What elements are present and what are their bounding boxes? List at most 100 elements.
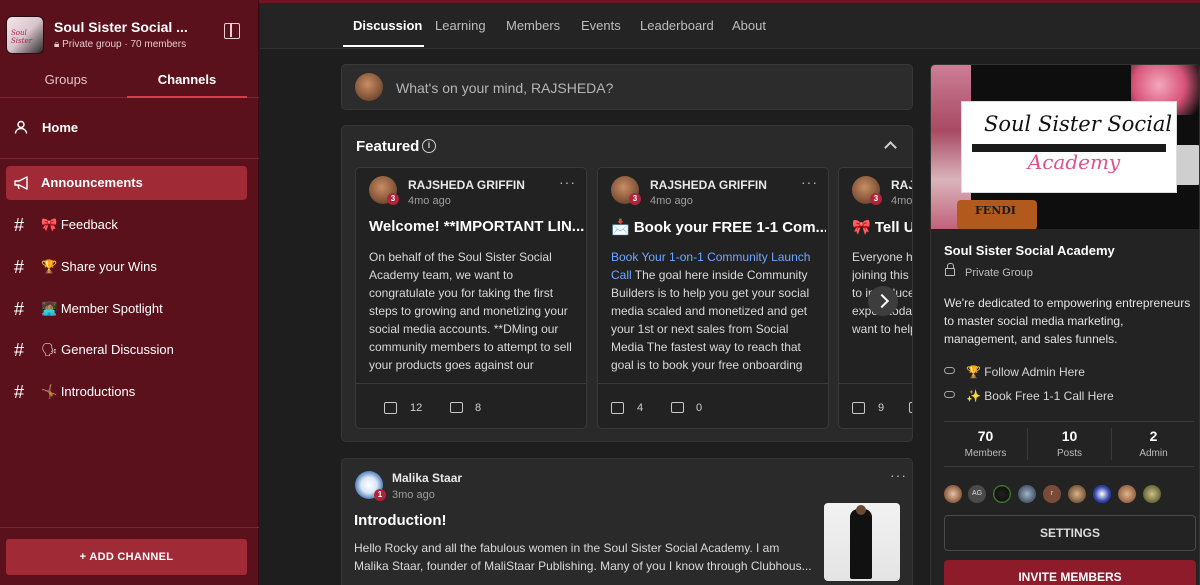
cover-title-card: Soul Sister Social Academy bbox=[961, 101, 1177, 193]
tab-discussion[interactable]: Discussion bbox=[353, 18, 422, 33]
sidebar-item-share-wins[interactable]: # 🏆 Share your Wins bbox=[6, 250, 247, 284]
post-composer[interactable]: What's on your mind, RAJSHEDA? bbox=[341, 64, 913, 110]
level-badge: 1 bbox=[374, 489, 386, 501]
post-image[interactable] bbox=[824, 503, 900, 581]
about-panel: FENDI Soul Sister Social Academy Soul Si… bbox=[930, 64, 1200, 585]
hash-icon: # bbox=[14, 299, 25, 319]
stat-admin[interactable]: 2 Admin bbox=[1112, 428, 1195, 459]
card-author[interactable]: RAJSHEDA GRIFFIN bbox=[408, 178, 525, 192]
sidebar-divider bbox=[0, 158, 259, 159]
level-badge: 3 bbox=[870, 193, 882, 205]
avatar[interactable] bbox=[944, 485, 962, 503]
comment-icon[interactable] bbox=[909, 402, 912, 413]
group-description: We're dedicated to empowering entreprene… bbox=[944, 296, 1191, 346]
like-count: 9 bbox=[878, 402, 885, 414]
card-title: Welcome! **IMPORTANT LIN... bbox=[369, 218, 584, 235]
avatar bbox=[355, 73, 383, 101]
card-divider bbox=[839, 383, 912, 384]
thumbs-up-icon[interactable] bbox=[611, 402, 624, 414]
featured-card[interactable]: 3 RAJSHEDA GRIFFIN 4mo ago ··· Welcome! … bbox=[355, 167, 587, 429]
like-count: 4 bbox=[637, 402, 644, 414]
sidebar-divider bbox=[0, 527, 259, 528]
avatar[interactable]: r bbox=[1043, 485, 1061, 503]
group-logo: Soul Sister bbox=[6, 16, 44, 54]
comment-count: 0 bbox=[696, 402, 703, 414]
tab-members[interactable]: Members bbox=[506, 18, 560, 33]
invite-members-button[interactable]: INVITE MEMBERS bbox=[944, 560, 1196, 585]
user-icon bbox=[14, 120, 28, 134]
group-privacy: Private group bbox=[62, 39, 122, 50]
featured-card[interactable]: 3 RAJSHEDA GRIFFIN 4mo ago ··· 📩 Book yo… bbox=[597, 167, 829, 429]
composer-placeholder: What's on your mind, RAJSHEDA? bbox=[396, 80, 614, 96]
card-title: 🎀 Tell Us About Yourself bbox=[852, 219, 912, 236]
hash-icon: # bbox=[14, 215, 25, 235]
stat-posts[interactable]: 10 Posts bbox=[1028, 428, 1111, 459]
hash-icon: # bbox=[14, 257, 25, 277]
group-member-count: 70 members bbox=[130, 39, 187, 50]
tab-channels[interactable]: Channels bbox=[127, 64, 247, 98]
comment-icon[interactable] bbox=[671, 402, 684, 413]
card-time: 4mo ago bbox=[408, 195, 451, 207]
post-title: Introduction! bbox=[354, 512, 447, 529]
card-author[interactable]: RAJSHEDA GRIFFIN bbox=[891, 178, 912, 192]
avatar[interactable] bbox=[1118, 485, 1136, 503]
more-options-icon[interactable]: ··· bbox=[801, 174, 818, 190]
thumbs-up-icon[interactable] bbox=[384, 402, 397, 414]
sidebar-item-home[interactable]: Home bbox=[10, 112, 250, 144]
level-badge: 3 bbox=[387, 193, 399, 205]
carousel-next-button[interactable] bbox=[868, 286, 898, 316]
link-icon bbox=[944, 391, 955, 398]
comment-icon[interactable] bbox=[450, 402, 463, 413]
sidebar-item-introductions[interactable]: # 🤸🏽 Introductions bbox=[6, 375, 247, 409]
collapse-sidebar-icon[interactable] bbox=[224, 23, 240, 39]
tab-leaderboard[interactable]: Leaderboard bbox=[640, 18, 714, 33]
group-stats: 70 Members 10 Posts 2 Admin bbox=[944, 421, 1194, 467]
card-divider bbox=[356, 383, 586, 384]
post-author[interactable]: Malika Staar bbox=[392, 471, 462, 485]
card-title: 📩 Book your FREE 1-1 Com... bbox=[611, 219, 826, 236]
thumbs-up-icon[interactable] bbox=[852, 402, 865, 414]
level-badge: 3 bbox=[629, 193, 641, 205]
group-title: Soul Sister Social Academy bbox=[944, 243, 1115, 258]
avatar[interactable] bbox=[1093, 485, 1111, 503]
more-options-icon[interactable]: ··· bbox=[559, 174, 576, 190]
sidebar-tabs: Groups Channels bbox=[0, 64, 259, 98]
add-channel-button[interactable]: + ADD CHANNEL bbox=[6, 539, 247, 575]
avatar[interactable] bbox=[993, 485, 1011, 503]
card-author[interactable]: RAJSHEDA GRIFFIN bbox=[650, 178, 767, 192]
tab-about[interactable]: About bbox=[732, 18, 766, 33]
megaphone-icon bbox=[14, 176, 28, 190]
post-time: 3mo ago bbox=[392, 489, 435, 501]
sidebar-item-member-spotlight[interactable]: # 👩🏽‍💻 Member Spotlight bbox=[6, 292, 247, 326]
tab-learning[interactable]: Learning bbox=[435, 18, 486, 33]
emoji: 🗣 bbox=[41, 342, 58, 357]
chevron-up-icon[interactable] bbox=[884, 141, 897, 154]
sidebar-item-announcements[interactable]: Announcements bbox=[6, 166, 247, 200]
tab-events[interactable]: Events bbox=[581, 18, 621, 33]
hash-icon: # bbox=[14, 340, 25, 360]
sidebar-item-general-discussion[interactable]: # 🗣 General Discussion bbox=[6, 333, 247, 367]
group-header[interactable]: Soul Sister Soul Sister Social ... 🔒︎ Pr… bbox=[6, 14, 256, 56]
top-nav: Discussion Learning Members Events Leade… bbox=[260, 3, 1200, 49]
avatar[interactable] bbox=[1018, 485, 1036, 503]
avatar[interactable]: AG bbox=[968, 485, 986, 503]
emoji: 🎀 bbox=[41, 217, 58, 232]
card-body: On behalf of the Soul Sister Social Acad… bbox=[369, 250, 572, 372]
avatar[interactable] bbox=[1143, 485, 1161, 503]
featured-section: Featured i 3 RAJSHEDA GRIFFIN 4mo ago ··… bbox=[341, 125, 913, 442]
featured-title: Featured bbox=[356, 138, 420, 155]
lock-icon bbox=[945, 263, 955, 276]
info-icon[interactable]: i bbox=[422, 139, 436, 153]
card-time: 4mo ago bbox=[891, 195, 913, 207]
avatar[interactable] bbox=[1068, 485, 1086, 503]
more-options-icon[interactable]: ··· bbox=[890, 467, 907, 483]
post-body: Hello Rocky and all the fabulous women i… bbox=[354, 541, 812, 573]
post-card[interactable]: 1 Malika Staar 3mo ago ··· Introduction!… bbox=[341, 458, 913, 585]
emoji: 👩🏽‍💻 bbox=[41, 301, 58, 316]
settings-button[interactable]: SETTINGS bbox=[944, 515, 1196, 551]
stat-members[interactable]: 70 Members bbox=[944, 428, 1027, 459]
group-name: Soul Sister Social ... bbox=[54, 19, 188, 35]
link-icon bbox=[944, 367, 955, 374]
sidebar-item-feedback[interactable]: # 🎀 Feedback bbox=[6, 208, 247, 242]
tab-groups[interactable]: Groups bbox=[3, 64, 129, 98]
